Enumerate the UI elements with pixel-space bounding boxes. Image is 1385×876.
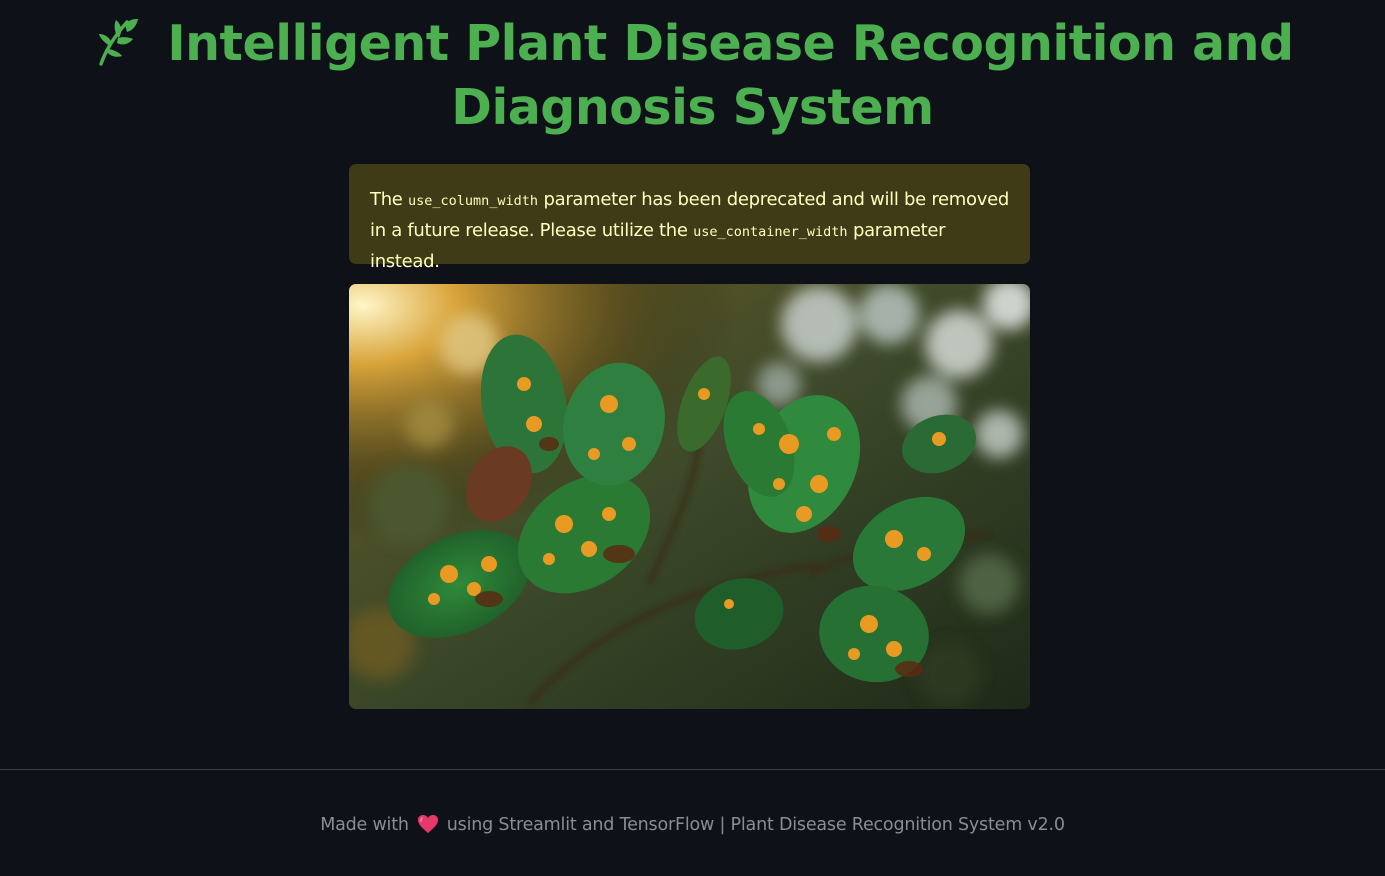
footer-divider bbox=[0, 769, 1385, 770]
footer: Made with using Streamlit and TensorFlow… bbox=[0, 813, 1385, 837]
plant-disease-image bbox=[349, 284, 1030, 709]
warning-text-1: The bbox=[370, 189, 408, 210]
warning-code-1: use_column_width bbox=[408, 193, 539, 209]
deprecation-warning: The use_column_width parameter has been … bbox=[349, 164, 1030, 272]
footer-text-before: Made with bbox=[320, 815, 409, 835]
page-title-text: Intelligent Plant Disease Recognition an… bbox=[167, 15, 1294, 136]
app-page: Intelligent Plant Disease Recognition an… bbox=[0, 0, 1385, 876]
footer-text-after: using Streamlit and TensorFlow | Plant D… bbox=[446, 815, 1065, 835]
herb-leaf-icon bbox=[99, 18, 139, 66]
heart-icon bbox=[417, 815, 438, 833]
warning-code-2: use_container_width bbox=[693, 224, 848, 240]
page-title: Intelligent Plant Disease Recognition an… bbox=[0, 12, 1385, 140]
